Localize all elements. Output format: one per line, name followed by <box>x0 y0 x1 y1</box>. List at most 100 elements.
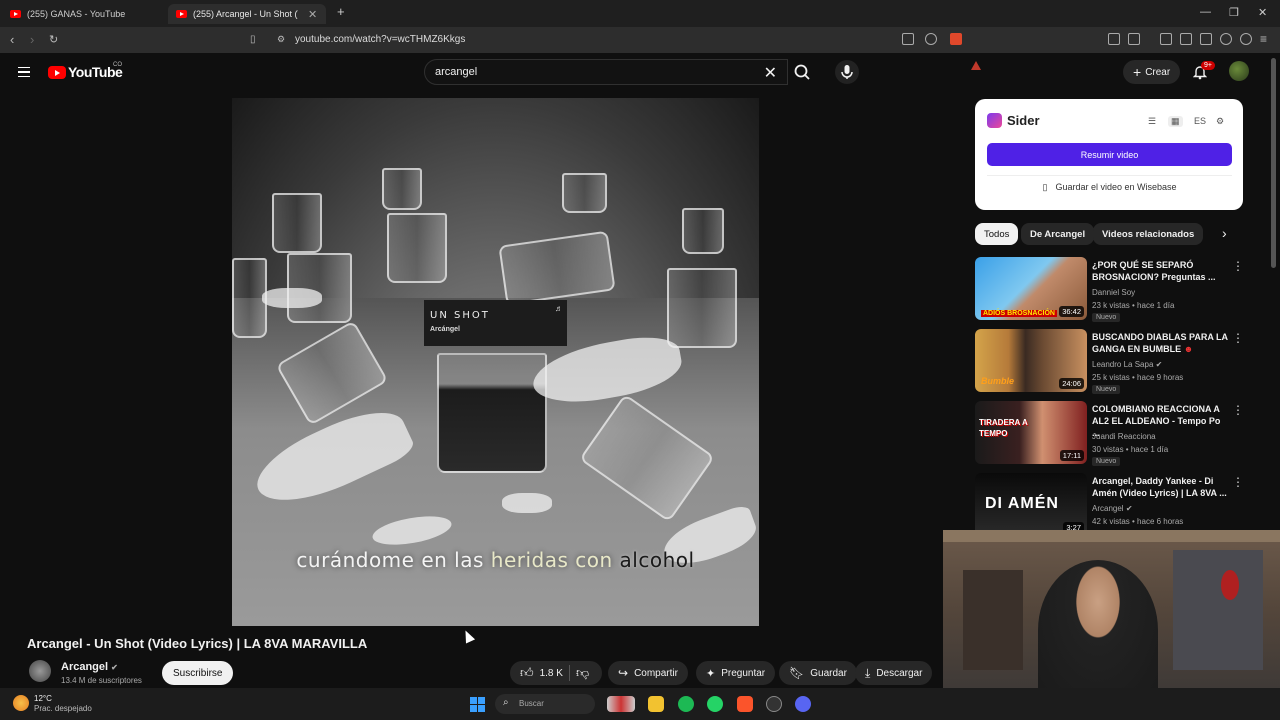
channel-name[interactable]: Juandi Reacciona <box>1092 432 1156 441</box>
dislike-button[interactable]: 👎︎ <box>576 665 589 681</box>
settings-icon[interactable]: ⚙ <box>1216 116 1224 127</box>
video-thumbnail[interactable]: Bumble 24:06 <box>975 329 1087 392</box>
chip-todos[interactable]: Todos <box>975 223 1019 245</box>
ask-button[interactable]: ✦ Preguntar <box>696 661 776 685</box>
maximize-icon[interactable]: ❐ <box>1229 6 1239 19</box>
more-options-icon[interactable]: ⋮ <box>1232 475 1244 489</box>
video-player[interactable]: UN SHOT Arcángel ♬ curándome en las heri… <box>232 98 759 626</box>
music-note-icon: ♬ <box>555 304 563 313</box>
screen-capture-icon[interactable] <box>902 33 914 45</box>
more-options-icon[interactable]: ⋮ <box>1232 331 1244 345</box>
tab-arcangel[interactable]: (255) Arcangel - Un Shot (Vid ✕ <box>168 4 326 24</box>
new-tab-icon[interactable]: + <box>337 4 345 19</box>
list-item[interactable]: TIRADERA A TEMPO 17:11 COLOMBIANO REACCI… <box>975 401 1245 466</box>
grid-view-icon[interactable]: ▦ <box>1168 116 1183 127</box>
save-to-wisebase-button[interactable]: ▯ Guardar el video en Wisebase <box>987 175 1232 198</box>
verified-icon: ✔ <box>1125 504 1133 513</box>
steam-icon[interactable] <box>766 696 782 712</box>
chip-videos-relacionados[interactable]: Videos relacionados <box>1093 223 1204 245</box>
lyric-word: alcohol <box>619 548 695 572</box>
weather-icon[interactable] <box>13 695 29 711</box>
song-card-title: UN SHOT <box>430 310 490 321</box>
weather-temperature[interactable]: 12°C <box>34 694 52 703</box>
summarize-video-button[interactable]: Resumir video <box>987 143 1232 166</box>
video-title[interactable]: Arcangel, Daddy Yankee - Di Amén (Video … <box>1092 475 1228 499</box>
search-input[interactable]: arcangel ✕ <box>424 59 788 85</box>
save-label: Guardar <box>810 667 847 679</box>
brave-browser-icon[interactable] <box>737 696 753 712</box>
video-title[interactable]: ¿POR QUÉ SE SEPARÓ BROSNACION? Preguntas… <box>1092 259 1228 283</box>
channel-name[interactable]: Arcangel ✔ <box>1092 504 1133 513</box>
microphone-icon[interactable] <box>835 60 859 84</box>
like-button[interactable]: 👍︎ 1.8 K <box>520 665 563 681</box>
video-thumbnail[interactable]: DI AMÉN 3:27 <box>975 473 1087 530</box>
youtube-logo-icon[interactable] <box>48 66 66 79</box>
share-icon[interactable] <box>925 33 937 45</box>
hamburger-menu-icon[interactable] <box>18 67 30 77</box>
back-icon[interactable]: ‹ <box>10 32 14 47</box>
minimize-icon[interactable]: — <box>1200 6 1211 18</box>
channel-name[interactable]: Danniel Soy <box>1092 288 1135 297</box>
avatar[interactable] <box>1229 61 1249 81</box>
whatsapp-icon[interactable] <box>707 696 723 712</box>
create-button[interactable]: + Crear <box>1123 60 1181 84</box>
download-button[interactable]: ⤓ Descargar <box>855 661 933 685</box>
plus-icon: + <box>1133 64 1142 80</box>
shot-glass <box>498 230 616 306</box>
channel-name[interactable]: Arcangel ✔ <box>61 661 118 673</box>
list-view-icon[interactable]: ☰ <box>1148 116 1156 127</box>
chevron-right-icon[interactable]: › <box>1222 225 1227 241</box>
webcam-overlay <box>943 530 1280 688</box>
channel-avatar[interactable] <box>29 660 51 682</box>
search-value[interactable]: arcangel <box>435 66 477 78</box>
reload-icon[interactable]: ↻ <box>49 33 58 46</box>
more-options-icon[interactable]: ⋮ <box>1232 403 1244 417</box>
thumbnail-caption: TIRADERA A TEMPO <box>979 418 1028 438</box>
share-button[interactable]: ↪ Compartir <box>608 661 688 685</box>
list-item[interactable]: Bumble 24:06 BUSCANDO DIABLAS PARA LA GA… <box>975 329 1245 394</box>
widget-app-icon[interactable] <box>607 696 635 712</box>
shot-glass <box>667 268 737 348</box>
taskbar-search[interactable]: ⌕ Buscar <box>495 694 595 714</box>
tab-ganas[interactable]: (255) GANAS - YouTube <box>2 4 133 24</box>
extension-icon[interactable] <box>1108 33 1120 45</box>
extension-icon[interactable] <box>1128 33 1140 45</box>
video-thumbnail[interactable]: ADIÓS BROSNACIÓN 36:42 <box>975 257 1087 320</box>
file-explorer-icon[interactable] <box>648 696 664 712</box>
search-icon[interactable] <box>788 59 816 85</box>
bookmark-icon[interactable]: ▯ <box>250 34 256 45</box>
url-field[interactable]: youtube.com/watch?v=wcTHMZ6Kkgs <box>295 34 465 45</box>
channel-name-label: Arcangel <box>61 661 109 673</box>
video-title-text: BUSCANDO DIABLAS PARA LA GANGA EN BUMBLE <box>1092 332 1228 354</box>
menu-icon[interactable]: ≡ <box>1260 32 1267 46</box>
language-selector[interactable]: ES <box>1194 116 1206 126</box>
save-button[interactable]: 🔖︎ Guardar <box>779 661 857 685</box>
subscribe-button[interactable]: Suscribirse <box>162 661 234 685</box>
brave-shield-icon[interactable] <box>950 33 962 45</box>
close-tab-icon[interactable]: ✕ <box>308 8 317 21</box>
clear-search-icon[interactable]: ✕ <box>764 63 777 83</box>
weather-description[interactable]: Prac. despejado <box>34 704 92 713</box>
shot-glass <box>387 213 447 283</box>
spotify-icon[interactable] <box>678 696 694 712</box>
channel-name[interactable]: Leandro La Sapa ✔ <box>1092 360 1162 369</box>
chip-de-arcangel[interactable]: De Arcangel <box>1021 223 1095 245</box>
more-options-icon[interactable]: ⋮ <box>1232 259 1244 273</box>
media-icon[interactable] <box>1160 33 1172 45</box>
list-item[interactable]: DI AMÉN 3:27 Arcangel, Daddy Yankee - Di… <box>975 473 1245 530</box>
page-scrollbar[interactable] <box>1271 58 1276 268</box>
windows-start-icon[interactable] <box>470 697 485 712</box>
sidebar-icon[interactable] <box>1180 33 1192 45</box>
video-title[interactable]: BUSCANDO DIABLAS PARA LA GANGA EN BUMBLE… <box>1092 331 1228 355</box>
notification-badge: 9+ <box>1201 61 1215 70</box>
view-meta: 25 k vistas • hace 9 horas <box>1092 373 1184 382</box>
discord-icon[interactable] <box>795 696 811 712</box>
close-window-icon[interactable]: ✕ <box>1258 6 1267 19</box>
vpn-icon[interactable] <box>1240 33 1252 45</box>
forward-icon[interactable]: › <box>30 32 34 47</box>
wallet-icon[interactable] <box>1200 33 1212 45</box>
site-settings-icon[interactable]: ⚙ <box>277 34 285 45</box>
list-item[interactable]: ADIÓS BROSNACIÓN 36:42 ¿POR QUÉ SE SEPAR… <box>975 257 1245 322</box>
video-thumbnail[interactable]: TIRADERA A TEMPO 17:11 <box>975 401 1087 464</box>
extension-icon[interactable] <box>1220 33 1232 45</box>
